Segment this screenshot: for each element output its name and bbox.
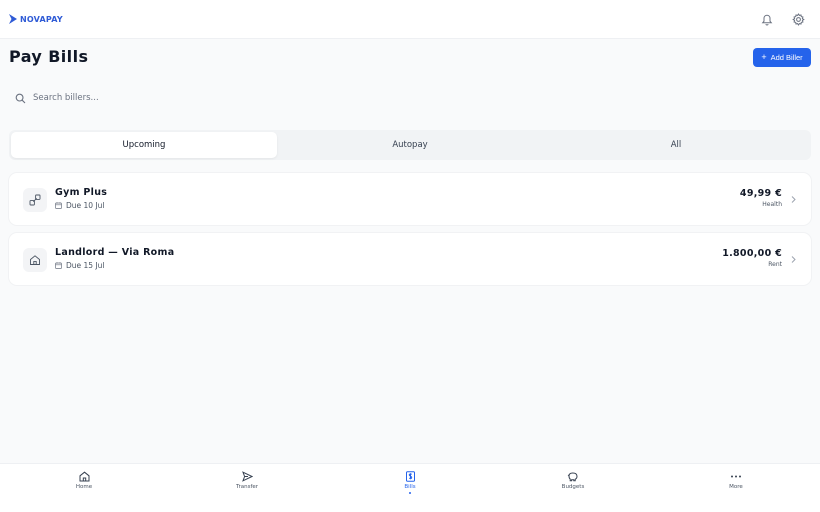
bill-filter-tabs: Upcoming Autopay All [9,130,811,160]
logo-mark-icon [9,14,17,24]
tab-all[interactable]: All [543,132,809,158]
nav-label: Bills [404,484,416,490]
chevron-right-icon [791,256,796,263]
calendar-icon [55,262,62,269]
bill-amount: 49,99 € [739,188,782,199]
nav-label: More [729,484,743,490]
due-date: Due 15 Jul [55,261,105,270]
nav-bills[interactable]: Bills [380,471,440,499]
bill-category: Health [762,201,782,208]
bill-category: Rent [768,261,782,268]
plus-icon: + [761,52,767,62]
biller-name: Landlord — Via Roma [55,247,175,258]
nav-label: Transfer [235,484,259,490]
piggy-bank-icon [567,472,578,482]
home-icon [23,248,47,272]
search-bar [9,87,811,109]
calendar-icon [55,202,62,209]
search-icon [15,93,26,103]
nav-budgets[interactable]: Budgets [543,471,603,499]
bill-row-landlord[interactable]: Landlord — Via Roma Due 15 Jul 1.800,00 … [9,233,811,285]
top-bar: NOVAPAY [0,0,820,39]
bottom-nav: Home Transfer Bills Budgets More [0,463,820,512]
dumbbell-icon [23,188,47,212]
nav-label: Home [75,484,93,490]
more-icon [731,475,741,478]
nav-home[interactable]: Home [54,471,114,499]
nav-more[interactable]: More [706,471,766,499]
add-biller-button[interactable]: + Add Biller [753,48,811,67]
page-title: Pay Bills [9,47,89,66]
tab-upcoming[interactable]: Upcoming [11,132,277,158]
bell-icon[interactable] [760,12,774,26]
tab-autopay[interactable]: Autopay [277,132,543,158]
brand-logo[interactable]: NOVAPAY [9,13,63,25]
brand-name: NOVAPAY [20,14,63,24]
nav-transfer[interactable]: Transfer [217,471,277,499]
active-indicator [409,492,411,494]
send-icon [241,471,253,482]
home-icon [79,471,89,482]
due-date: Due 10 Jul [55,201,105,210]
bill-icon [405,471,415,482]
due-date-text: Due 10 Jul [66,201,105,210]
bill-amount: 1.800,00 € [722,248,782,259]
chevron-right-icon [791,196,796,203]
bill-row-gym-plus[interactable]: Gym Plus Due 10 Jul 49,99 € Health [9,173,811,225]
add-biller-label: Add Biller [770,53,803,62]
biller-name: Gym Plus [55,187,108,198]
search-input[interactable] [33,93,333,103]
due-date-text: Due 15 Jul [66,261,105,270]
gear-icon[interactable] [791,12,805,26]
nav-label: Budgets [561,484,585,490]
